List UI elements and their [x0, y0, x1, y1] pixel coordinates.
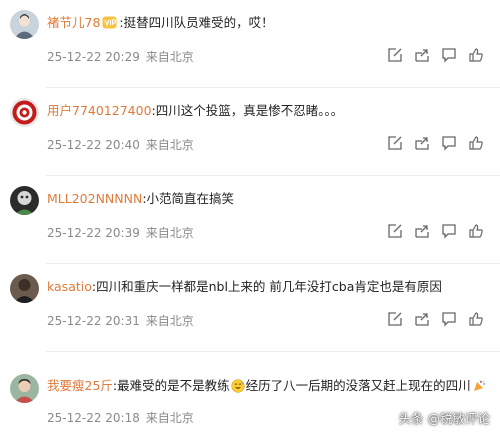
like-icon[interactable] — [465, 132, 486, 153]
avatar[interactable] — [10, 274, 39, 303]
comment-actions — [384, 220, 486, 241]
username[interactable]: 褚节儿78 — [47, 15, 100, 30]
comment-location: 来自北京 — [145, 138, 194, 152]
comment-icon[interactable] — [438, 132, 459, 153]
username[interactable]: 用户7740127400 — [47, 103, 152, 118]
comment-icon[interactable] — [438, 220, 459, 241]
avatar-image — [10, 98, 39, 127]
comment-date: 25-12-22 20:18 — [47, 411, 140, 425]
edit-icon[interactable] — [384, 132, 405, 153]
username[interactable]: 我要瘦25斤 — [47, 378, 113, 393]
comment-date: 25-12-22 20:29 — [47, 50, 140, 64]
share-icon[interactable] — [411, 308, 432, 329]
like-icon[interactable] — [465, 220, 486, 241]
avatar[interactable] — [10, 98, 39, 127]
avatar-image — [10, 274, 39, 303]
avatar[interactable] — [10, 186, 39, 215]
comment-actions — [384, 308, 486, 329]
comment-text-continued: 经历了八一后期的没落又赶上现在的四川 — [245, 378, 471, 393]
edit-icon[interactable] — [384, 220, 405, 241]
comment-location: 来自北京 — [145, 411, 194, 425]
celebration-emoji-icon — [472, 379, 486, 398]
comment-text: :四川和重庆一样都是nbl上来的 前几年没打cba肯定也是有原因 — [91, 279, 442, 294]
share-icon[interactable] — [411, 220, 432, 241]
comment-actions — [384, 44, 486, 65]
like-icon[interactable] — [465, 308, 486, 329]
like-icon[interactable] — [465, 44, 486, 65]
comment-item: 褚节儿78 :挺替四川队员难受的，哎！ 25-12-22 20:29 来自北京 — [0, 0, 500, 88]
comment-actions — [384, 132, 486, 153]
comment-location: 来自北京 — [145, 314, 194, 328]
share-icon[interactable] — [411, 44, 432, 65]
comment-item: kasatio:四川和重庆一样都是nbl上来的 前几年没打cba肯定也是有原因 … — [0, 264, 500, 352]
comment-text: :最难受的是不是教练 — [112, 378, 230, 393]
sweat-smile-emoji-icon — [231, 379, 245, 398]
avatar[interactable] — [10, 374, 39, 403]
comment-date: 25-12-22 20:31 — [47, 314, 140, 328]
comment-text: :四川这个投篮，真是惨不忍睹。。。 — [151, 103, 344, 118]
comment-icon[interactable] — [438, 44, 459, 65]
comment-location: 来自北京 — [145, 226, 194, 240]
comment-text: :小范简直在搞笑 — [142, 191, 235, 206]
comment-date: 25-12-22 20:40 — [47, 138, 140, 152]
edit-icon[interactable] — [384, 44, 405, 65]
avatar[interactable] — [10, 10, 39, 39]
comment-location: 来自北京 — [145, 50, 194, 64]
edit-icon[interactable] — [384, 308, 405, 329]
comment-icon[interactable] — [438, 308, 459, 329]
avatar-image — [10, 374, 39, 403]
share-icon[interactable] — [411, 132, 432, 153]
username[interactable]: MLL202NNNNN — [47, 191, 142, 206]
comment-item: 用户7740127400:四川这个投篮，真是惨不忍睹。。。 25-12-22 2… — [0, 88, 500, 176]
comment-text: :挺替四川队员难受的，哎！ — [119, 15, 274, 30]
comment-item: MLL202NNNNN:小范简直在搞笑 25-12-22 20:39 来自北京 — [0, 176, 500, 264]
watermark: 头条 @锐敏评论 — [398, 411, 490, 426]
avatar-image — [10, 10, 39, 39]
avatar-image — [10, 186, 39, 215]
vip-badge-icon — [102, 16, 117, 34]
comment-date: 25-12-22 20:39 — [47, 226, 140, 240]
username[interactable]: kasatio — [47, 279, 92, 294]
